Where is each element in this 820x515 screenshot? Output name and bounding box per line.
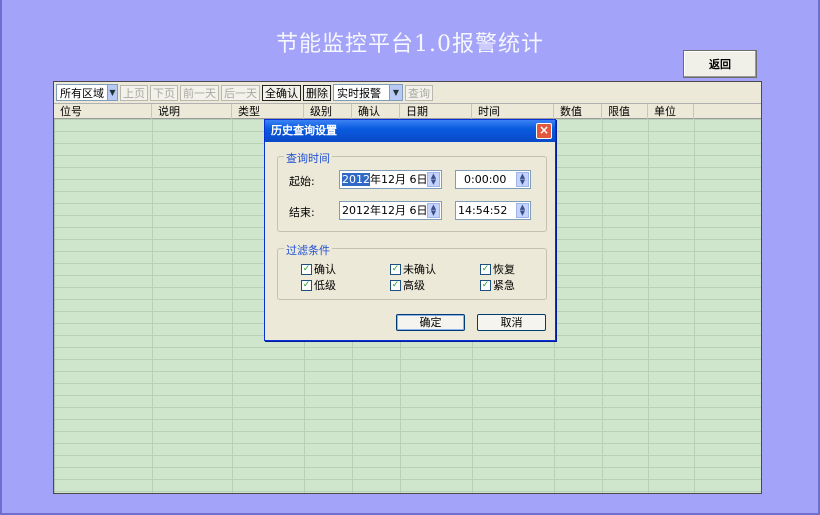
start-label: 起始: xyxy=(289,175,315,188)
column-header-desc[interactable]: 说明 xyxy=(152,104,232,119)
spin-updown-icon[interactable]: ▲ ▼ xyxy=(516,203,529,218)
filter-confirmed[interactable]: ✓ 确认 xyxy=(301,261,336,277)
area-select[interactable]: 所有区域 ▼ xyxy=(56,84,118,101)
filter-confirmed-label: 确认 xyxy=(314,263,336,276)
filter-urgent-label: 紧急 xyxy=(493,279,515,292)
next-day-button[interactable]: 后一天 xyxy=(221,84,260,101)
filter-low[interactable]: ✓ 低级 xyxy=(301,277,336,293)
column-divider xyxy=(152,119,153,493)
filter-unconfirmed-label: 未确认 xyxy=(403,263,436,276)
spin-updown-icon[interactable]: ▲ ▼ xyxy=(516,172,529,187)
filter-group-label: 过滤条件 xyxy=(284,242,332,258)
prev-day-button[interactable]: 前一天 xyxy=(180,84,219,101)
start-time-value: 0:00:00 xyxy=(464,173,507,186)
end-date-field[interactable]: 2012年12月 6日 ▲ ▼ xyxy=(339,201,442,220)
column-divider xyxy=(694,119,695,493)
filter-recovered[interactable]: ✓ 恢复 xyxy=(480,261,515,277)
chevron-down-icon[interactable]: ▼ xyxy=(107,85,117,100)
mode-select[interactable]: 实时报警 ▼ xyxy=(333,84,403,101)
filter-unconfirmed[interactable]: ✓ 未确认 xyxy=(390,261,436,277)
column-divider xyxy=(232,119,233,493)
column-header-level[interactable]: 级别 xyxy=(304,104,352,119)
end-time-value: 14:54:52 xyxy=(458,204,508,217)
ok-button[interactable]: 确定 xyxy=(396,314,465,331)
checkmark-icon[interactable]: ✓ xyxy=(390,263,401,275)
confirm-all-button[interactable]: 全确认 xyxy=(262,84,301,101)
cancel-button[interactable]: 取消 xyxy=(477,314,546,331)
toolbar: 所有区域 ▼ 上页 下页 前一天 后一天 全确认 删除 实时报警 ▼ 查询 xyxy=(54,82,761,104)
filter-urgent[interactable]: ✓ 紧急 xyxy=(480,277,515,293)
end-label: 结束: xyxy=(289,206,315,219)
start-date-year: 2012 xyxy=(342,173,370,186)
column-header-unit[interactable]: 单位 xyxy=(648,104,694,119)
spin-updown-icon[interactable]: ▲ ▼ xyxy=(427,203,440,218)
column-divider xyxy=(648,119,649,493)
query-time-group: 查询时间 xyxy=(277,150,547,232)
query-button[interactable]: 查询 xyxy=(405,84,433,101)
start-date-field[interactable]: 2012年12月 6日 ▲ ▼ xyxy=(339,170,442,189)
close-icon[interactable]: × xyxy=(536,123,552,139)
mode-select-value: 实时报警 xyxy=(337,86,381,100)
area-select-value: 所有区域 xyxy=(60,86,104,100)
column-header-limit[interactable]: 限值 xyxy=(602,104,648,119)
column-header-date[interactable]: 日期 xyxy=(400,104,472,119)
back-button[interactable]: 返回 xyxy=(683,50,757,78)
spin-updown-icon[interactable]: ▲ ▼ xyxy=(427,172,440,187)
column-divider xyxy=(602,119,603,493)
checkmark-icon[interactable]: ✓ xyxy=(301,279,312,291)
query-time-group-label: 查询时间 xyxy=(284,150,332,166)
end-date-value: 2012年12月 6日 xyxy=(342,204,428,217)
checkmark-icon[interactable]: ✓ xyxy=(480,263,491,275)
column-header-confirm[interactable]: 确认 xyxy=(352,104,400,119)
filter-high-label: 高级 xyxy=(403,279,425,292)
prev-page-button[interactable]: 上页 xyxy=(120,84,148,101)
table-header: 位号 说明 类型 级别 确认 日期 时间 数值 限值 单位 xyxy=(54,104,761,119)
start-date-rest: 年12月 6日 xyxy=(370,173,428,186)
checkmark-icon[interactable]: ✓ xyxy=(390,279,401,291)
filter-high[interactable]: ✓ 高级 xyxy=(390,277,425,293)
end-time-field[interactable]: 14:54:52 ▲ ▼ xyxy=(455,201,531,220)
history-query-dialog: 历史查询设置 × 查询时间 起始: 2012年12月 6日 ▲ ▼ 0:00:00… xyxy=(264,119,556,341)
filter-low-label: 低级 xyxy=(314,279,336,292)
dialog-title[interactable]: 历史查询设置 xyxy=(265,120,555,142)
next-page-button[interactable]: 下页 xyxy=(150,84,178,101)
column-header-value[interactable]: 数值 xyxy=(554,104,602,119)
checkmark-icon[interactable]: ✓ xyxy=(301,263,312,275)
column-header-type[interactable]: 类型 xyxy=(232,104,304,119)
checkmark-icon[interactable]: ✓ xyxy=(480,279,491,291)
column-header-time[interactable]: 时间 xyxy=(472,104,554,119)
filter-recovered-label: 恢复 xyxy=(493,263,515,276)
delete-button[interactable]: 删除 xyxy=(303,84,331,101)
column-header-tag[interactable]: 位号 xyxy=(54,104,152,119)
start-time-field[interactable]: 0:00:00 ▲ ▼ xyxy=(455,170,531,189)
chevron-down-icon[interactable]: ▼ xyxy=(389,85,402,100)
